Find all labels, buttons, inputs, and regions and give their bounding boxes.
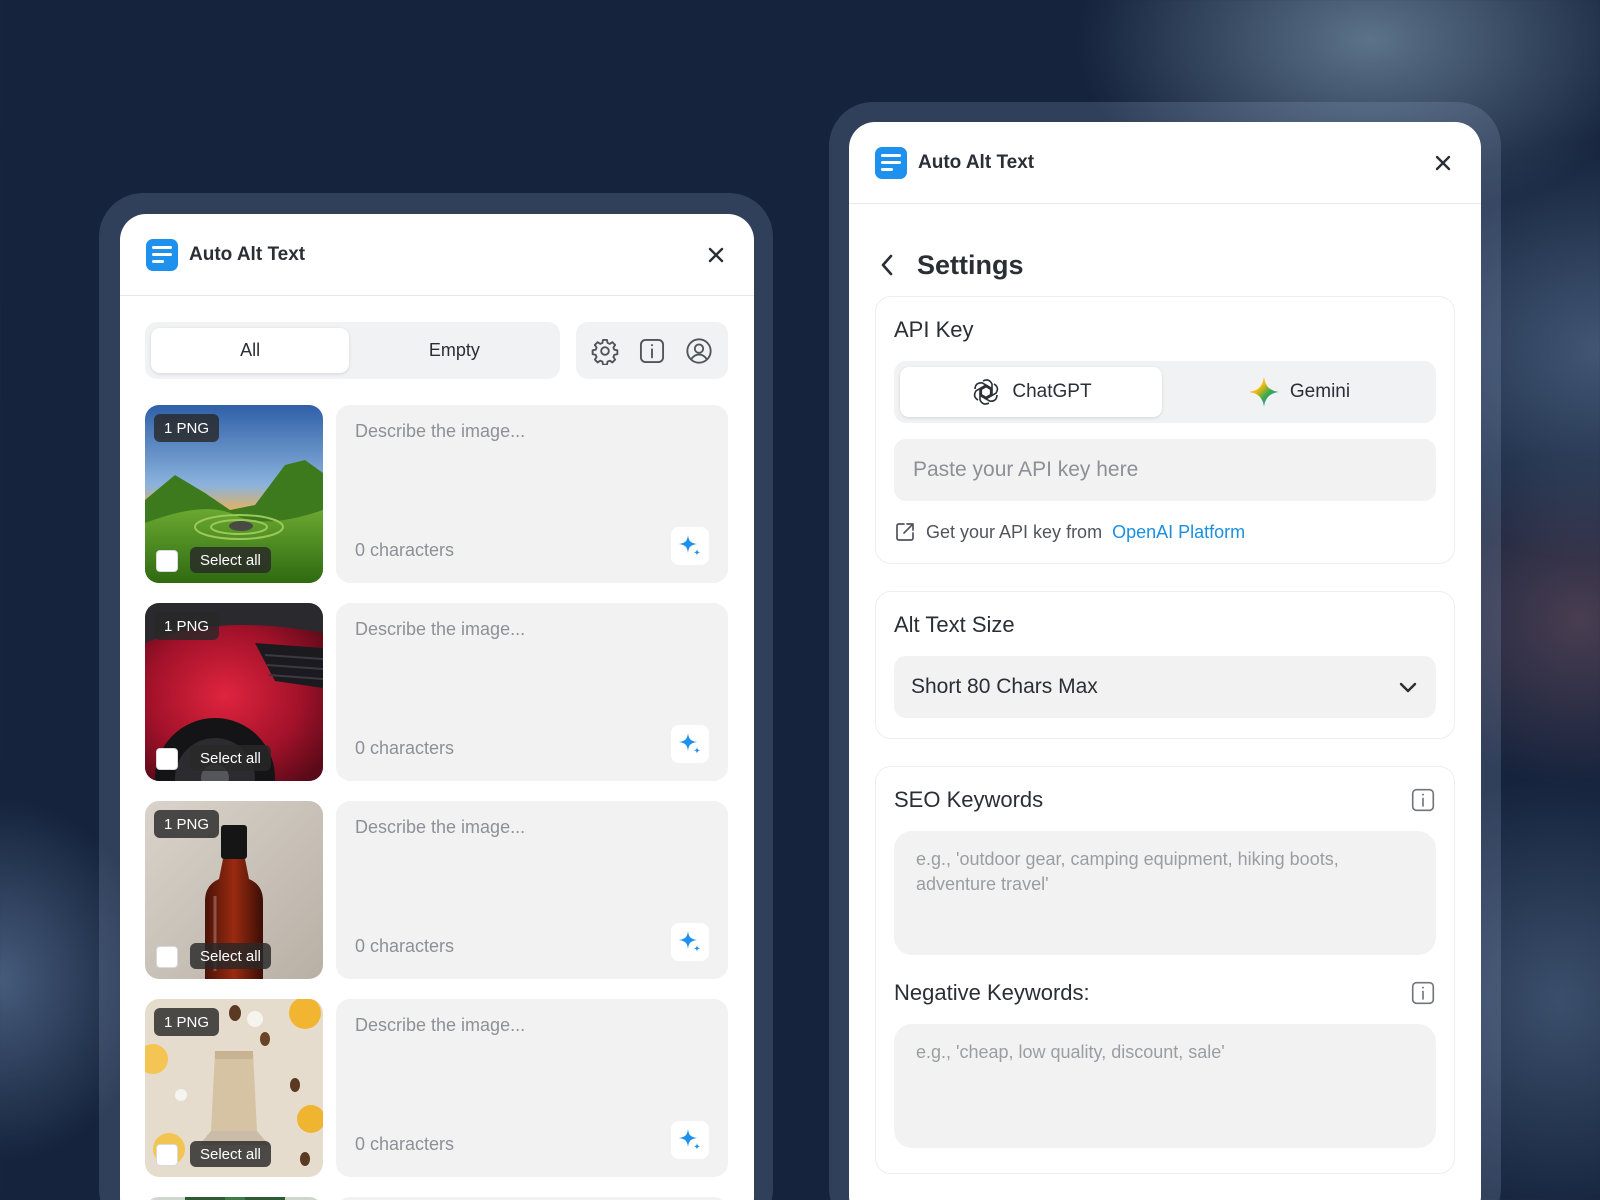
tab-chatgpt[interactable]: ChatGPT	[900, 367, 1162, 417]
back-button[interactable]	[879, 253, 903, 277]
select-checkbox[interactable]	[156, 550, 178, 572]
description-input[interactable]	[355, 1015, 709, 1115]
sparkle-icon	[679, 931, 701, 952]
select-checkbox[interactable]	[156, 748, 178, 770]
image-thumbnail[interactable]: 1 PNG Select all	[145, 801, 323, 979]
chevron-down-icon	[1399, 682, 1417, 693]
image-row: 1 PNG Select all 0 characters	[145, 801, 728, 979]
gear-icon	[591, 338, 619, 365]
generate-button[interactable]	[671, 527, 709, 565]
file-type-badge: 1 PNG	[154, 810, 220, 838]
file-type-badge: 1 PNG	[154, 612, 220, 640]
info-icon[interactable]	[1410, 787, 1436, 813]
info-icon[interactable]	[1410, 980, 1436, 1006]
description-box: 0 characters	[336, 801, 728, 979]
keywords-card: SEO Keywords Negative Keywords:	[875, 766, 1455, 1174]
toolbar-icon-group	[575, 322, 728, 379]
description-input[interactable]	[355, 421, 709, 521]
description-input[interactable]	[355, 619, 709, 719]
selected-size: Short 80 Chars Max	[911, 675, 1098, 698]
tab-chatgpt-label: ChatGPT	[1012, 381, 1092, 402]
image-row: 1 PNG Select all 0 characters	[145, 405, 728, 583]
chevron-left-icon	[881, 254, 893, 276]
settings-panel: Auto Alt Text Settings API Key ChatGPT G…	[849, 122, 1481, 1200]
description-box: 0 characters	[336, 405, 728, 583]
select-checkbox[interactable]	[156, 1144, 178, 1166]
filter-tabs: All Empty	[145, 322, 560, 379]
image-thumbnail[interactable]: 1 PNG Select all	[145, 405, 323, 583]
sparkle-icon	[679, 733, 701, 754]
api-link-prefix: Get your API key from	[926, 521, 1103, 542]
tab-gemini[interactable]: Gemini	[1168, 367, 1430, 417]
select-all-label[interactable]: Select all	[190, 943, 271, 969]
generate-button[interactable]	[671, 1121, 709, 1159]
panel-header: Auto Alt Text	[849, 122, 1481, 204]
card-title: Alt Text Size	[894, 612, 1015, 637]
gemini-icon	[1248, 377, 1279, 407]
select-all-label[interactable]: Select all	[190, 547, 271, 573]
card-title: API Key	[894, 317, 974, 342]
external-link-icon	[896, 523, 914, 541]
seo-keywords-title: SEO Keywords	[894, 787, 1044, 812]
openai-icon	[974, 379, 999, 405]
description-input[interactable]	[355, 817, 709, 917]
sparkle-icon	[679, 535, 701, 556]
api-key-card: API Key ChatGPT Gemini Paste your API ke…	[875, 296, 1455, 564]
description-box: 0 characters	[336, 603, 728, 781]
character-count: 0 characters	[355, 738, 455, 758]
negative-keywords-title: Negative Keywords:	[894, 980, 1090, 1005]
image-list-panel: Auto Alt Text All Empty 1 PNG Select all…	[120, 214, 754, 1200]
image-row: 1 PNG Select all 0 characters	[145, 603, 728, 781]
app-title: Auto Alt Text	[189, 243, 306, 265]
seo-keywords-input[interactable]	[894, 831, 1436, 955]
file-type-badge: 1 PNG	[154, 1008, 220, 1036]
select-all-label[interactable]: Select all	[190, 1141, 271, 1167]
app-logo-icon	[146, 238, 178, 271]
info-button[interactable]	[637, 336, 667, 366]
tab-all[interactable]: All	[151, 328, 350, 373]
alt-text-size-select[interactable]: Short 80 Chars Max	[894, 656, 1436, 718]
toolbar: All Empty	[145, 322, 728, 379]
panel-header: Auto Alt Text	[120, 214, 754, 296]
generate-button[interactable]	[671, 725, 709, 763]
close-button[interactable]	[704, 243, 728, 267]
generate-button[interactable]	[671, 923, 709, 961]
sparkle-icon	[679, 1129, 701, 1150]
settings-header: Settings	[849, 204, 1481, 296]
settings-button[interactable]	[590, 336, 620, 366]
image-thumbnail[interactable]: 1 PNG Select all	[145, 999, 323, 1177]
api-key-input[interactable]	[894, 439, 1436, 501]
card-title: Negative Keywords:	[894, 980, 1436, 1006]
description-box: 0 characters	[336, 999, 728, 1177]
openai-platform-link[interactable]: OpenAI Platform	[1112, 522, 1245, 543]
character-count: 0 characters	[355, 1134, 455, 1154]
negative-keywords-input[interactable]	[894, 1024, 1436, 1148]
app-title: Auto Alt Text	[918, 151, 1035, 173]
image-thumbnail[interactable]: 1 PNG Select all	[145, 603, 323, 781]
app-logo-icon	[875, 146, 907, 179]
account-button[interactable]	[684, 336, 714, 366]
character-count: 0 characters	[355, 540, 455, 560]
close-button[interactable]	[1431, 151, 1455, 175]
tab-gemini-label: Gemini	[1289, 381, 1351, 402]
file-type-badge: 1 PNG	[154, 414, 220, 442]
close-icon	[708, 247, 724, 262]
api-link-row: Get your API key from OpenAI Platform	[894, 521, 1436, 543]
select-all-label[interactable]: Select all	[190, 745, 271, 771]
provider-tabs: ChatGPT Gemini	[894, 361, 1436, 423]
card-title: SEO Keywords	[894, 787, 1436, 813]
tab-empty[interactable]: Empty	[355, 328, 553, 373]
select-checkbox[interactable]	[156, 946, 178, 968]
image-row: 1 PNG Select all 0 characters	[145, 999, 728, 1177]
alt-text-size-card: Alt Text Size Short 80 Chars Max	[875, 591, 1455, 739]
info-icon	[639, 338, 664, 363]
page-title: Settings	[917, 249, 1024, 280]
close-icon	[1435, 155, 1451, 170]
character-count: 0 characters	[355, 936, 455, 956]
user-icon	[685, 337, 712, 364]
